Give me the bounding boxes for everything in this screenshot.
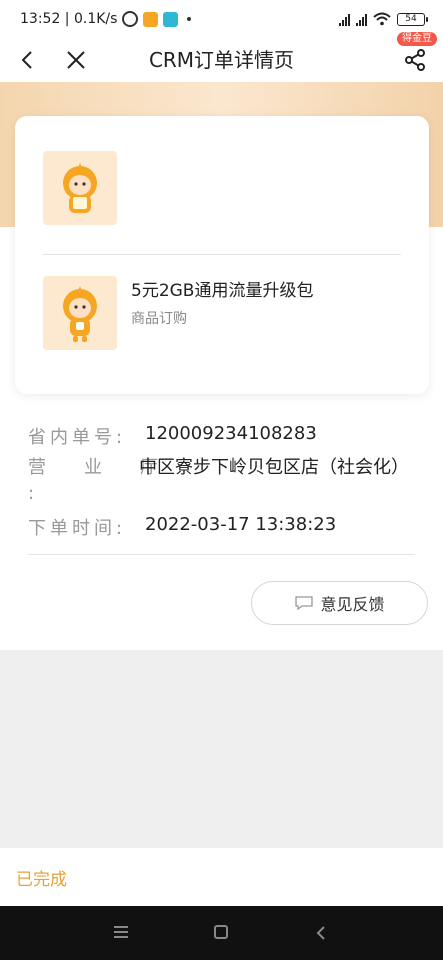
dot-icon [187,17,192,21]
nav-bar: CRM订单详情页 得金豆 [0,32,443,82]
feedback-label: 意见反馈 [320,595,385,614]
gold-bean-badge[interactable]: 得金豆 [397,32,437,46]
alarm-icon [122,11,139,27]
mascot-image [43,151,117,225]
hd-signal-icon [356,12,367,26]
feedback-button[interactable]: 意见反馈 [251,581,428,625]
business-hall-value: 中区寮步下岭贝包区店（社会化） [139,457,409,478]
order-time-value: 2022-03-17 13:38:23 [145,514,337,535]
order-time-label: 下单时间: [28,518,127,539]
home-icon[interactable] [214,925,228,939]
system-nav-bar [0,906,443,960]
order-time-row: 下单时间: 2022-03-17 13:38:23 [28,514,336,540]
info-divider [28,554,415,555]
share-icon[interactable] [401,46,429,74]
product-name[interactable]: 5元2GB通用流量升级包 [131,276,313,301]
menu-icon[interactable] [114,926,128,938]
close-icon[interactable] [62,46,90,74]
wifi-icon [373,12,391,26]
business-hall-colon: : [28,483,35,504]
app-notification-icon [143,11,159,27]
order-number-label: 省内单号: [28,427,127,448]
status-time: 13:52 | 0.1K/s [20,11,118,27]
comment-icon [295,596,314,611]
hd-signal-icon [339,12,350,26]
back-arrow-icon[interactable] [14,46,42,74]
app-notification-icon [163,11,179,27]
card-divider [43,254,401,255]
status-bar: 13:52 | 0.1K/s 54 [0,0,443,38]
battery-icon: 54 [397,12,428,26]
order-status: 已完成 [16,869,67,890]
order-number-row: 省内单号: 120009234108283 [28,423,317,449]
order-card: 5元2GB通用流量升级包 商品订购 [15,116,429,394]
product-type: 商品订购 [131,311,187,327]
back-icon[interactable] [316,925,326,941]
order-number-value: 120009234108283 [145,423,317,444]
order-status-bar: 已完成 [0,848,443,906]
product-image [43,276,117,350]
